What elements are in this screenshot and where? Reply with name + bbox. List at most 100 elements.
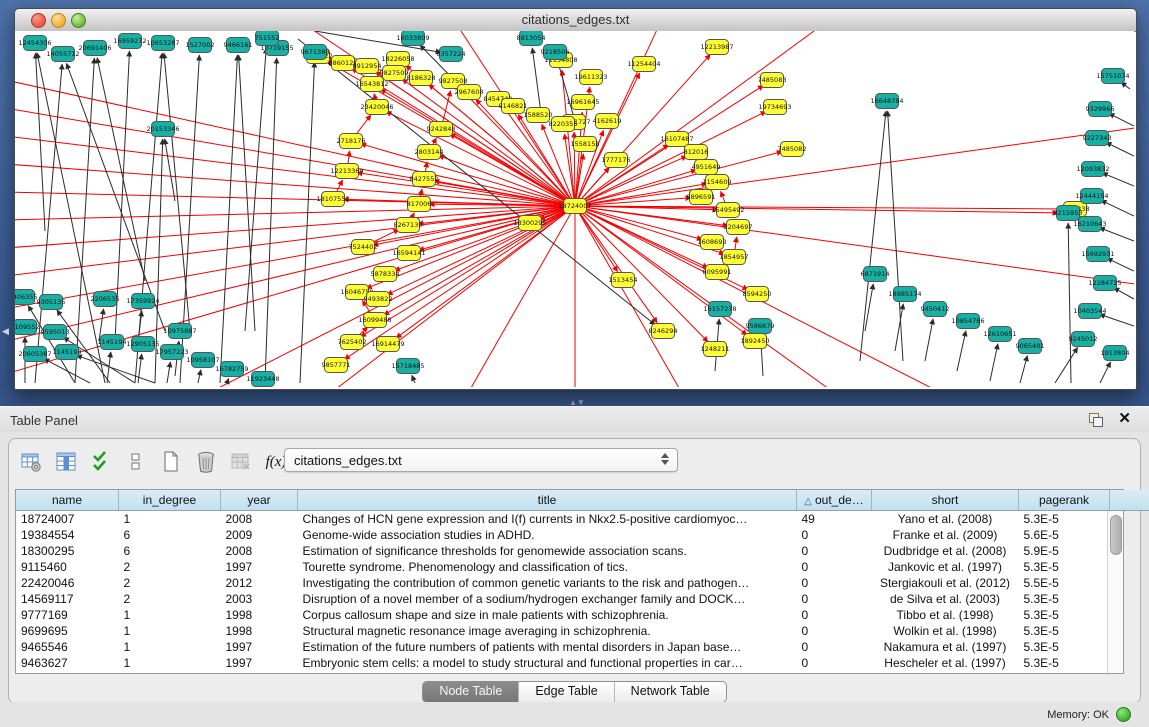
- show-column-icon[interactable]: [54, 450, 78, 474]
- graph-node-label: 15692931: [1081, 250, 1114, 258]
- graph-edge: [75, 58, 94, 383]
- graph-node-label: 1892450: [741, 337, 770, 345]
- cell-title: Investigating the contribution of common…: [298, 575, 797, 591]
- column-header-title[interactable]: title: [298, 490, 797, 511]
- graph-node-label: 2406355: [15, 293, 37, 301]
- table-settings-icon[interactable]: [19, 450, 43, 474]
- delete-table-icon[interactable]: [194, 450, 218, 474]
- table-row[interactable]: 1830029562008Estimation of significance …: [16, 543, 1149, 559]
- column-header-year[interactable]: year: [221, 490, 298, 511]
- table-vertical-scrollbar[interactable]: [1107, 511, 1123, 673]
- graph-node-label: 2204697: [724, 223, 753, 231]
- cell-year: 2003: [221, 591, 298, 607]
- column-header-in_degree[interactable]: in_degree: [119, 490, 221, 511]
- graph-node-label: 8594250: [743, 290, 772, 298]
- table-selector-dropdown[interactable]: citations_edges.txt: [284, 448, 678, 472]
- cell-out_degree: 49: [797, 511, 872, 528]
- column-header-pagerank[interactable]: pagerank: [1019, 490, 1110, 511]
- graph-edge: [245, 48, 266, 331]
- node-table: namein_degreeyeartitle△out_de…shortpager…: [15, 489, 1124, 674]
- select-all-icon[interactable]: [89, 450, 113, 474]
- float-panel-icon[interactable]: [1089, 413, 1103, 426]
- graph-node-label: 9450412: [921, 305, 950, 313]
- graph-node-label: 817006: [407, 200, 432, 208]
- tab-node-table[interactable]: Node Table: [423, 682, 519, 702]
- graph-node-label: 12213369: [330, 167, 363, 175]
- cell-pagerank: 5.5E-5: [1019, 575, 1110, 591]
- graph-node-label: 8095991: [703, 268, 732, 276]
- graph-edge: [97, 58, 145, 281]
- graph-node-label: 5878334: [371, 270, 400, 278]
- cell-name: 18300295: [16, 543, 119, 559]
- graph-node-label: 12905135: [126, 340, 159, 348]
- table-row[interactable]: 1456911722003Disruption of a novel membe…: [16, 591, 1149, 607]
- cell-pagerank: 5.3E-5: [1019, 623, 1110, 639]
- graph-node-label: 8896591: [687, 193, 716, 201]
- graph-edge: [1106, 142, 1134, 156]
- graph-edge: [165, 139, 175, 201]
- cell-title: Estimation of the future numbers of pati…: [298, 639, 797, 655]
- graph-node-label: 9595013: [41, 328, 70, 336]
- window-title: citations_edges.txt: [15, 12, 1136, 27]
- column-header-out_degree[interactable]: △out_de…: [797, 490, 872, 511]
- graph-node-label: 12454306: [18, 39, 51, 47]
- cell-year: 2008: [221, 543, 298, 559]
- table-toolbar: f(x): [19, 447, 288, 477]
- cell-in_degree: 2: [119, 591, 221, 607]
- graph-node-label: 17359924: [126, 297, 159, 305]
- graph-edge: [575, 206, 1055, 387]
- table-row[interactable]: 946362711997Embryonic stem cells: a mode…: [16, 655, 1149, 671]
- table-panel-title: Table Panel: [10, 413, 78, 428]
- column-header-short[interactable]: short: [872, 490, 1019, 511]
- table-row[interactable]: 911546021997Tourette syndrome. Phenomeno…: [16, 559, 1149, 575]
- citation-network-graph[interactable]: 1872400718300295716382288601288912954182…: [15, 31, 1134, 387]
- tab-edge-table[interactable]: Edge Table: [519, 682, 614, 702]
- cell-name: 9777169: [16, 607, 119, 623]
- cell-name: 22420046: [16, 575, 119, 591]
- network-canvas[interactable]: 1872400718300295716382288601288912954182…: [15, 31, 1134, 387]
- cell-in_degree: 1: [119, 511, 221, 528]
- graph-edge: [167, 362, 170, 383]
- table-panel-header: Table Panel ✕: [0, 406, 1149, 434]
- graph-edge: [860, 111, 886, 361]
- table-row[interactable]: 2242004622012Investigating the contribut…: [16, 575, 1149, 591]
- delete-column-icon[interactable]: [229, 450, 253, 474]
- cell-name: 19384554: [16, 527, 119, 543]
- cell-out_degree: 0: [797, 575, 872, 591]
- cell-short: Dudbridge et al. (2008): [872, 543, 1019, 559]
- graph-node-label: 1913804: [1101, 349, 1130, 357]
- graph-node-label: 16157278: [703, 305, 736, 313]
- graph-edge: [164, 53, 190, 331]
- table-row[interactable]: 1938455462009Genome-wide association stu…: [16, 527, 1149, 543]
- scrollbar-thumb[interactable]: [1110, 515, 1122, 555]
- graph-edge: [76, 355, 155, 383]
- tab-network-table[interactable]: Network Table: [615, 682, 726, 702]
- graph-node-label: 1513454: [609, 276, 638, 284]
- table-row[interactable]: 946554611997Estimation of the future num…: [16, 639, 1149, 655]
- graph-node-label: 12213987: [700, 43, 733, 51]
- graph-node-label: 2206535: [91, 295, 120, 303]
- close-panel-icon[interactable]: ✕: [1118, 411, 1131, 427]
- graph-edge: [575, 206, 715, 387]
- graph-node-label: 20605387: [18, 350, 51, 358]
- cell-year: 1998: [221, 623, 298, 639]
- graph-node-label: 7524402: [349, 243, 378, 251]
- graph-edge: [265, 58, 277, 383]
- graph-node-label: 18107552: [316, 195, 349, 203]
- unselect-all-icon[interactable]: [124, 450, 148, 474]
- graph-node-label: 10653287: [146, 39, 179, 47]
- table-row[interactable]: 1872400712008Changes of HCN gene express…: [16, 511, 1149, 528]
- collapse-left-arrow-icon[interactable]: ◀: [2, 326, 9, 337]
- graph-node-label: 15751074: [1096, 72, 1129, 80]
- column-header-name[interactable]: name: [16, 490, 119, 511]
- graph-edge: [300, 62, 315, 383]
- table-row[interactable]: 977716911998Corpus callosum shape and si…: [16, 607, 1149, 623]
- new-table-icon[interactable]: [159, 450, 183, 474]
- cell-short: Hescheler et al. (1997): [872, 655, 1019, 671]
- table-row[interactable]: 969969511998Structural magnetic resonanc…: [16, 623, 1149, 639]
- memory-ok-indicator[interactable]: [1116, 707, 1131, 722]
- network-window-titlebar[interactable]: citations_edges.txt: [15, 9, 1136, 32]
- graph-edge: [396, 206, 575, 338]
- graph-node-label: 8246294: [649, 327, 678, 335]
- graph-node-label: 18985174: [888, 290, 921, 298]
